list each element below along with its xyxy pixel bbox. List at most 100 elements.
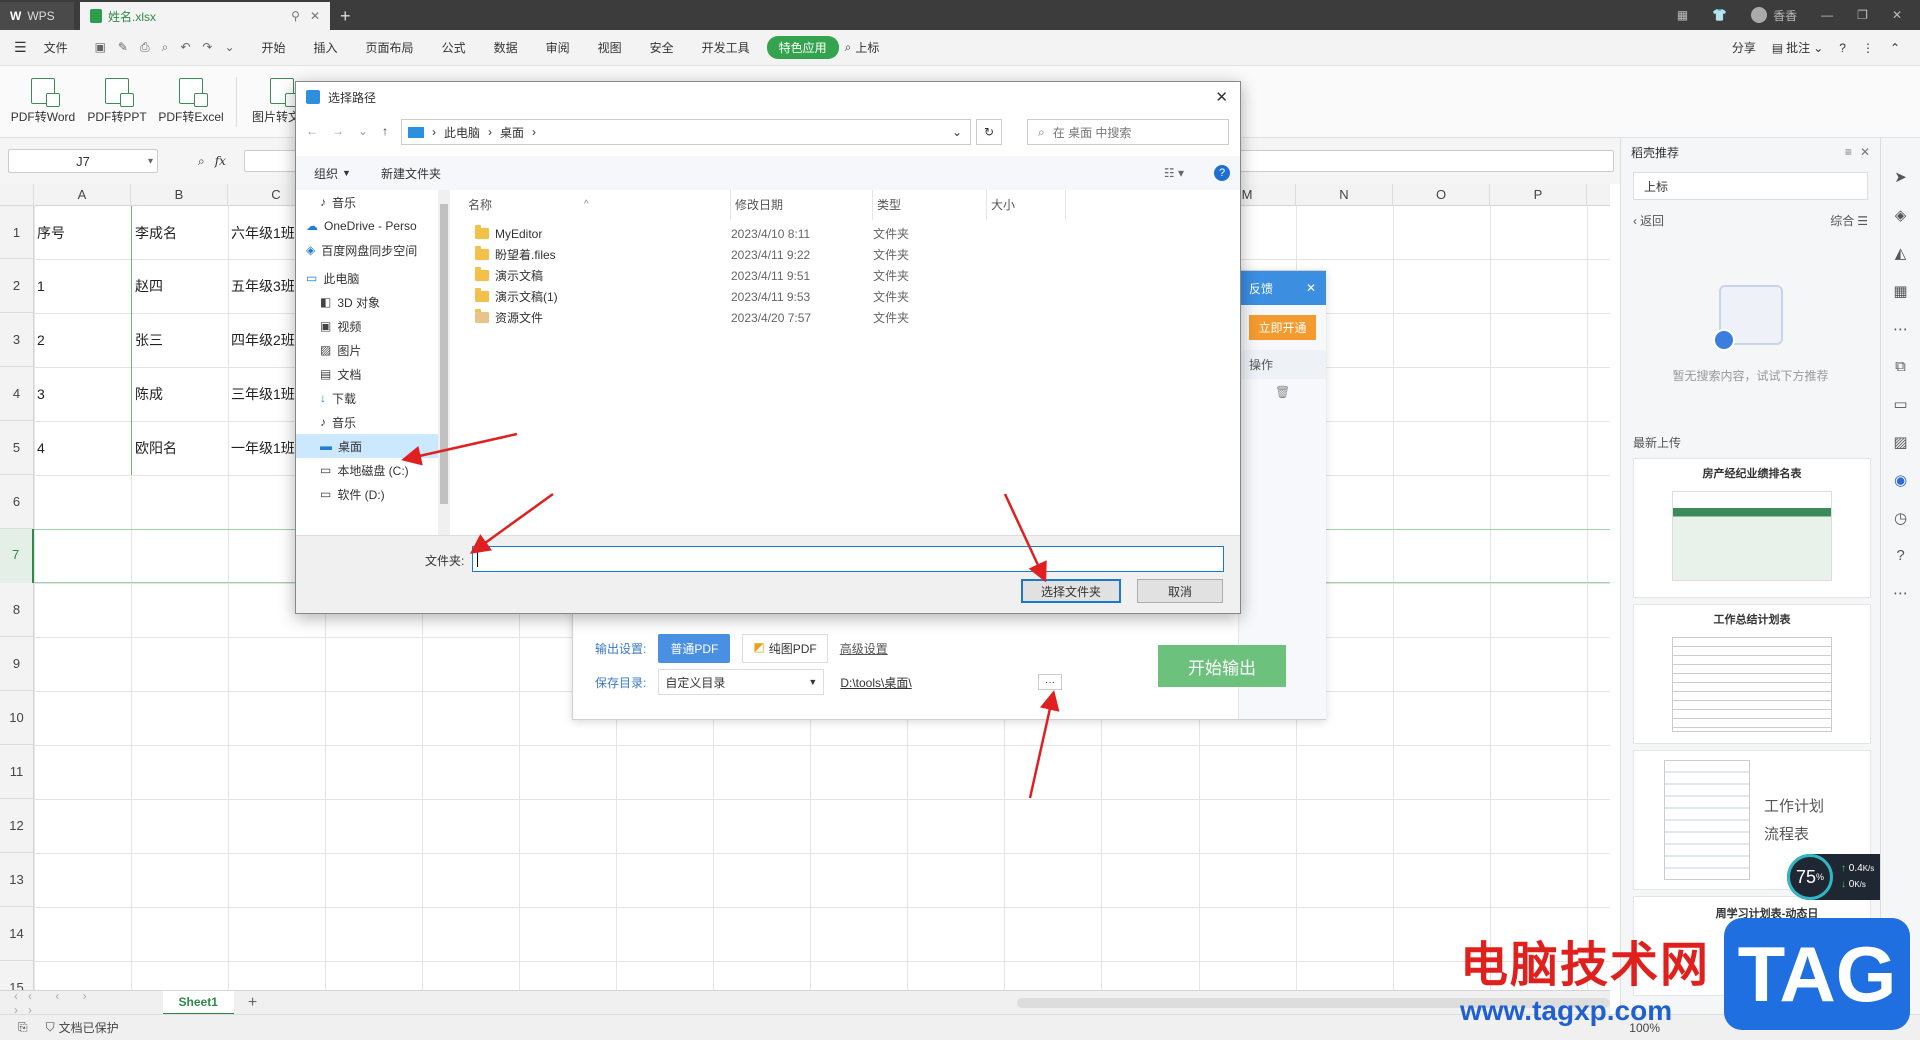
start-output-button[interactable]: 开始输出 (1158, 645, 1286, 687)
nav-item[interactable]: ▭ 此电脑 (296, 266, 449, 290)
row-header[interactable]: 15 (0, 961, 34, 990)
row-header[interactable]: 4 (0, 367, 34, 421)
nav-item[interactable]: ▭ 软件 (D:) (296, 482, 449, 506)
chevron-down-icon[interactable]: ⌄ (952, 125, 962, 139)
hamburger-icon[interactable]: ☰ (14, 39, 27, 56)
undo-icon[interactable]: ↶ (180, 40, 190, 55)
menu-review[interactable]: 审阅 (535, 36, 581, 59)
pane-close-icon[interactable]: ✕ (1860, 145, 1870, 159)
add-sheet-button[interactable]: + (248, 994, 257, 1012)
help-icon[interactable]: ? (1214, 165, 1230, 181)
row-header[interactable]: 1 (0, 206, 34, 259)
nav-item[interactable]: ▣ 视频 (296, 314, 449, 338)
nav-scrollbar[interactable] (438, 190, 450, 535)
header-type[interactable]: 类型 (872, 190, 901, 220)
recent-chevron-icon[interactable]: ⌄ (358, 124, 368, 138)
menu-page-layout[interactable]: 页面布局 (355, 36, 425, 59)
menu-file[interactable]: 文件 (33, 36, 79, 59)
table-cell[interactable]: 4 (34, 421, 131, 475)
share-button[interactable]: 分享 (1732, 39, 1756, 56)
template-icon[interactable]: ◉ (1894, 471, 1907, 489)
select-folder-button[interactable]: 选择文件夹 (1021, 579, 1121, 603)
menu-home[interactable]: 开始 (251, 36, 297, 59)
organize-menu[interactable]: 组织 ▼ (314, 165, 351, 182)
column-header-b[interactable]: B (131, 184, 228, 206)
table-cell[interactable]: 欧阳名 (131, 421, 228, 475)
cancel-button[interactable]: 取消 (1137, 579, 1223, 603)
pin-icon[interactable]: ⚲ (291, 9, 300, 23)
nav-item[interactable]: ☁ OneDrive - Perso (296, 214, 449, 238)
minimize-icon[interactable]: — (1821, 8, 1833, 22)
pane-menu-icon[interactable]: ≡ (1845, 145, 1852, 159)
template-card[interactable]: 工作总结计划表 (1633, 604, 1871, 744)
table-cell[interactable]: 序号 (34, 206, 131, 259)
close-window-icon[interactable]: ✕ (1892, 8, 1902, 22)
nav-item[interactable]: ↓ 下载 (296, 386, 449, 410)
close-tab-icon[interactable]: ✕ (310, 9, 320, 23)
more-options-icon[interactable]: ⋯ (1893, 584, 1908, 602)
advanced-settings-link[interactable]: 高级设置 (840, 640, 888, 657)
view-options-icon[interactable]: ☷ ▾ (1164, 166, 1184, 180)
more-options-icon[interactable]: ⋯ (1893, 320, 1908, 338)
record-macro-icon[interactable]: ⎘ (18, 1020, 28, 1035)
menu-view[interactable]: 视图 (587, 36, 633, 59)
browse-button[interactable]: ··· (1038, 674, 1062, 690)
print-preview-icon[interactable]: ⌕ (162, 40, 169, 55)
row-header[interactable]: 13 (0, 853, 34, 907)
maximize-icon[interactable]: ❐ (1857, 8, 1868, 22)
menu-formula[interactable]: 公式 (431, 36, 477, 59)
table-cell[interactable]: 张三 (131, 313, 228, 367)
row-header[interactable]: 6 (0, 475, 34, 529)
address-bar[interactable]: › 此电脑 › 桌面 › ⌄ (401, 119, 971, 145)
sheet-nav-icons[interactable]: ‹‹ ‹ › ›› (14, 989, 133, 1017)
backup-icon[interactable]: ⧉ (1895, 358, 1906, 375)
fx-icon[interactable]: fx (215, 154, 226, 168)
nav-item[interactable]: ▬ 桌面 (296, 434, 449, 458)
column-header-n[interactable]: N (1296, 184, 1393, 206)
menu-developer[interactable]: 开发工具 (691, 36, 761, 59)
row-header[interactable]: 5 (0, 421, 34, 475)
sort-menu[interactable]: 综合 ☰ (1830, 212, 1868, 229)
pdf-to-word-button[interactable]: PDF转Word (8, 66, 78, 137)
back-arrow-icon[interactable]: ← (306, 124, 318, 138)
row-header[interactable]: 14 (0, 907, 34, 961)
file-row[interactable]: MyEditor 2023/4/10 8:11 文件夹 (456, 223, 976, 244)
up-arrow-icon[interactable]: ↑ (382, 124, 388, 138)
menu-security[interactable]: 安全 (639, 36, 685, 59)
zoom-search-icon[interactable]: ⌕ (198, 154, 205, 169)
nav-item[interactable]: ♪ 音乐 (296, 410, 449, 434)
pane-search-input[interactable]: 上标 (1633, 172, 1868, 200)
table-cell[interactable]: 陈成 (131, 367, 228, 421)
dialog-search-input[interactable]: ⌕ 在 桌面 中搜索 (1027, 119, 1229, 145)
normal-pdf-button[interactable]: 普通PDF (658, 634, 731, 663)
nav-item[interactable]: ◧ 3D 对象 (296, 290, 449, 314)
row-header[interactable]: 10 (0, 691, 34, 745)
row-header[interactable]: 12 (0, 799, 34, 853)
row-header[interactable]: 11 (0, 745, 34, 799)
layout-icon[interactable]: ▦ (1677, 8, 1688, 22)
save-icon[interactable]: ▣ (95, 40, 106, 55)
style-icon[interactable]: ◭ (1895, 244, 1907, 262)
activate-button[interactable]: 立即开通 (1249, 315, 1316, 340)
header-date[interactable]: 修改日期 (730, 190, 783, 220)
user-account[interactable]: 香香 (1751, 7, 1797, 24)
nav-item[interactable]: ◈ 百度网盘同步空间 (296, 238, 449, 262)
trash-icon[interactable]: 🗑 (1239, 379, 1326, 405)
image-icon[interactable]: ▨ (1893, 433, 1907, 451)
breadcrumb-this-pc[interactable]: 此电脑 (444, 124, 480, 141)
menu-special-apps[interactable]: 特色应用 (766, 36, 839, 59)
save-dir-select[interactable]: 自定义目录 ▼ (658, 669, 825, 695)
format-painter-icon[interactable]: ✎ (118, 40, 128, 55)
shapes-icon[interactable]: ◈ (1895, 206, 1907, 224)
row-header[interactable]: 3 (0, 313, 34, 367)
menu-data[interactable]: 数据 (483, 36, 529, 59)
menu-search[interactable]: ⌕ 上标 (845, 39, 880, 56)
sheet-tab[interactable]: Sheet1 (162, 990, 234, 1015)
file-row[interactable]: 演示文稿 2023/4/11 9:51 文件夹 (456, 265, 976, 286)
header-name[interactable]: 名称 (468, 190, 492, 220)
wps-home-tab[interactable]: W WPS (0, 2, 74, 30)
folder-input[interactable] (472, 546, 1224, 572)
pure-pdf-button[interactable]: ◩ 纯图PDF (742, 634, 828, 663)
pane-title[interactable]: 稻壳推荐 (1631, 144, 1679, 161)
nav-item[interactable]: ▭ 本地磁盘 (C:) (296, 458, 449, 482)
